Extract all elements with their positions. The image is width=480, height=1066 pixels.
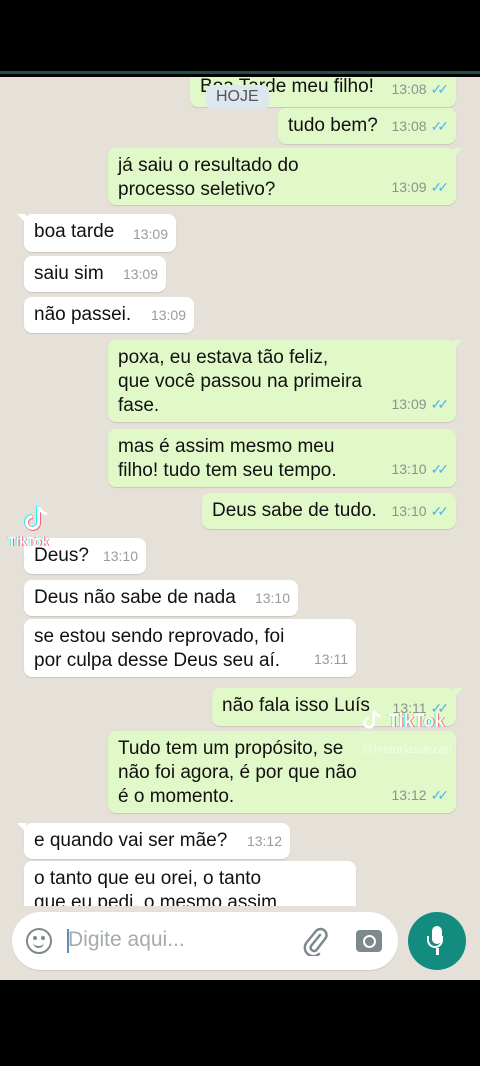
camera-icon[interactable] [356,930,382,952]
message-time: 13:09 [132,226,168,242]
double-check-icon: ✓✓ [430,118,450,134]
message-text: poxa, eu estava tão feliz, que você pass… [118,347,362,416]
double-check-icon: ✓✓ [430,787,450,803]
message-text: se estou sendo reprovado, foi por culpa … [34,626,285,671]
double-check-icon: ✓✓ [430,81,450,97]
message-text: já saiu o resultado do processo seletivo… [118,155,299,200]
message-outgoing[interactable]: mas é assim mesmo meu filho! tudo tem se… [108,429,456,487]
double-check-icon: ✓✓ [430,503,450,519]
message-time: 13:12 [391,787,427,803]
message-time: 13:10 [254,590,290,606]
message-time: 13:10 [391,503,427,519]
emoji-icon[interactable] [26,928,52,954]
tiktok-logo-icon [24,506,48,531]
message-text: Deus sabe de tudo. [212,500,377,521]
status-bar [0,0,480,74]
message-placeholder: Digite aqui... [68,928,185,951]
message-text: tudo bem? [288,115,378,136]
message-text: e quando vai ser mãe? [34,830,228,851]
message-time: 13:12 [246,833,282,849]
message-outgoing[interactable]: já saiu o resultado do processo seletivo… [108,148,463,205]
message-time: 13:09 [391,179,427,195]
message-incoming[interactable]: boa tarde 13:09 [17,214,176,252]
message-text: não passei. [34,304,132,325]
tiktok-watermark-text: TikTok [388,711,445,731]
attach-icon[interactable] [302,926,328,956]
message-incoming[interactable]: e quando vai ser mãe? 13:12 [17,823,290,859]
message-text: Deus não sabe de nada [34,587,236,608]
double-check-icon: ✓✓ [430,461,450,477]
message-incoming[interactable]: Deus não sabe de nada 13:10 [24,580,298,616]
message-time: 13:11 [314,651,348,667]
message-time: 13:10 [391,461,427,477]
message-time: 13:09 [122,266,158,282]
tiktok-logo-icon [363,710,381,729]
message-time: 13:09 [150,307,186,323]
message-outgoing[interactable]: tudo bem? 13:08 ✓✓ [278,108,456,144]
message-time: 13:08 [391,81,427,97]
double-check-icon: ✓✓ [430,179,450,195]
message-outgoing[interactable]: Deus sabe de tudo. 13:10 ✓✓ [202,493,456,529]
message-text: boa tarde [34,221,115,242]
message-incoming[interactable]: não passei. 13:09 [24,297,194,333]
message-time: 13:09 [391,396,427,412]
message-text: não fala isso Luís [222,695,370,716]
input-bar: Digite aqui... [0,906,480,980]
date-chip: HOJE [206,85,269,109]
message-time: 13:08 [391,118,427,134]
message-incoming[interactable]: o tanto que eu orei, o tanto que eu pedi… [24,861,356,906]
message-outgoing[interactable]: poxa, eu estava tão feliz, que você pass… [108,340,463,422]
message-text: saiu sim [34,263,104,284]
tiktok-handle: @historiasdezap [362,742,452,756]
tiktok-watermark-text: TikTok [8,534,49,549]
message-text: mas é assim mesmo meu filho! tudo tem se… [118,436,337,481]
chat-area[interactable]: Boa Tarde meu filho! 13:08 ✓✓ HOJE tudo b… [0,77,480,906]
double-check-icon: ✓✓ [430,396,450,412]
message-input[interactable]: Digite aqui... [12,912,398,970]
message-time: 13:10 [102,548,138,564]
message-text: o tanto que eu orei, o tanto que eu pedi… [34,868,277,906]
mic-button[interactable] [408,912,466,970]
message-incoming[interactable]: se estou sendo reprovado, foi por culpa … [24,619,356,677]
message-text: Tudo tem um propósito, se não foi agora,… [118,738,357,807]
message-incoming[interactable]: saiu sim 13:09 [24,256,166,292]
